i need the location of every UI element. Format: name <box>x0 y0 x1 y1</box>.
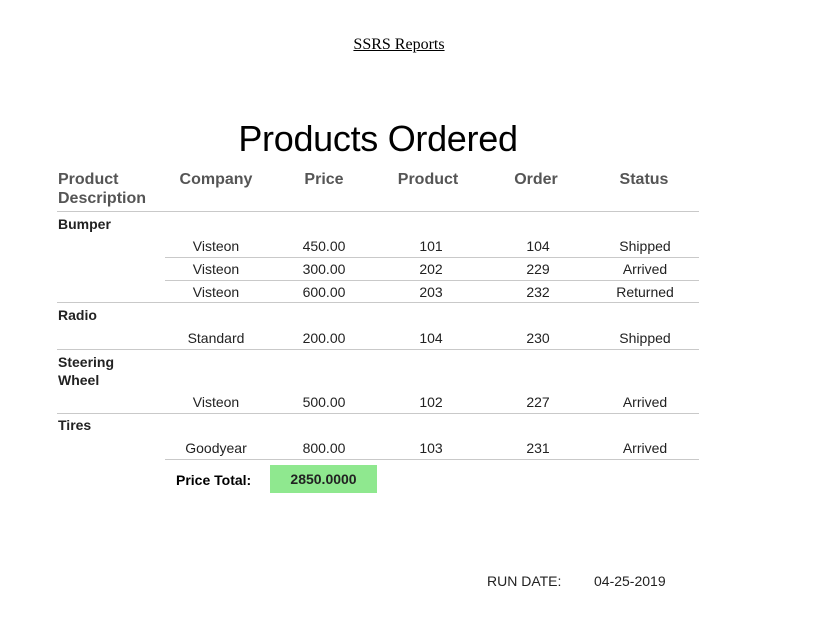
cell-company: Visteon <box>192 238 240 254</box>
cell-order: 230 <box>526 330 550 346</box>
row-divider <box>165 280 699 281</box>
group-divider <box>57 302 699 303</box>
cell-product: 203 <box>419 284 443 300</box>
row-divider <box>165 257 699 258</box>
column-header-product: Product <box>397 171 459 188</box>
run-date-label: RUN DATE: <box>487 573 562 589</box>
column-header-price: Price <box>304 171 344 188</box>
cell-price: 200.00 <box>302 330 346 346</box>
price-total-value: 2850.0000 <box>290 471 357 487</box>
cell-status: Arrived <box>622 440 668 456</box>
cell-order: 227 <box>526 394 550 410</box>
cell-product: 102 <box>419 394 443 410</box>
group-divider <box>57 413 699 414</box>
cell-price: 600.00 <box>302 284 346 300</box>
price-total-label: Price Total: <box>176 472 252 488</box>
cell-status: Shipped <box>619 238 671 254</box>
group-label: Tires <box>58 417 92 433</box>
cell-price: 300.00 <box>302 261 346 277</box>
group-label: Bumper <box>58 216 111 232</box>
cell-company: Visteon <box>192 284 240 300</box>
cell-company: Standard <box>187 330 245 346</box>
cell-product: 103 <box>419 440 443 456</box>
column-header-order: Order <box>514 171 558 188</box>
header-divider <box>57 211 699 212</box>
cell-price: 800.00 <box>302 440 346 456</box>
group-label: Radio <box>58 307 97 323</box>
column-header-status: Status <box>619 171 669 188</box>
cell-price: 500.00 <box>302 394 346 410</box>
cell-product: 101 <box>419 238 443 254</box>
group-label: Steering Wheel <box>58 354 115 388</box>
ssrs-reports-link[interactable]: SSRS Reports <box>0 36 798 54</box>
group-divider <box>57 349 699 350</box>
cell-status: Arrived <box>622 394 668 410</box>
cell-price: 450.00 <box>302 238 346 254</box>
report-title: Products Ordered <box>238 118 518 159</box>
column-header-description: Product Description <box>58 171 147 207</box>
cell-company: Visteon <box>192 394 240 410</box>
cell-order: 232 <box>526 284 550 300</box>
cell-status: Arrived <box>622 261 668 277</box>
cell-order: 229 <box>526 261 550 277</box>
cell-product: 104 <box>419 330 443 346</box>
cell-status: Returned <box>616 284 674 300</box>
row-divider <box>165 459 699 460</box>
cell-product: 202 <box>419 261 443 277</box>
run-date-value: 04-25-2019 <box>594 573 666 589</box>
cell-status: Shipped <box>619 330 671 346</box>
cell-order: 231 <box>526 440 550 456</box>
cell-order: 104 <box>526 238 550 254</box>
cell-company: Visteon <box>192 261 240 277</box>
column-header-company: Company <box>179 171 253 188</box>
cell-company: Goodyear <box>185 440 247 456</box>
